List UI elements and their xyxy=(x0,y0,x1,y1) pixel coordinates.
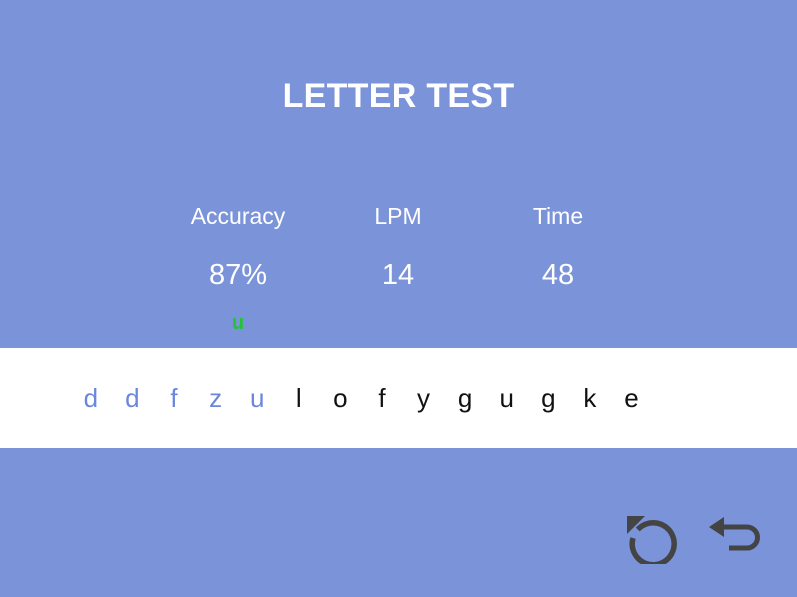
back-arrow-icon xyxy=(709,517,760,551)
pending-letter: g xyxy=(541,383,556,413)
accuracy-label: Accuracy xyxy=(190,203,286,229)
time-stat: Time 48 xyxy=(478,0,638,320)
back-button[interactable] xyxy=(707,508,763,564)
pending-letter: k xyxy=(583,383,597,413)
time-label: Time xyxy=(532,203,584,229)
typed-letter: d xyxy=(125,383,140,413)
pending-letter: y xyxy=(417,383,431,413)
restart-icon xyxy=(627,516,677,564)
letter-sequence: ddfzulofygugke xyxy=(70,378,652,418)
pending-letter: u xyxy=(499,383,514,413)
pending-letter: o xyxy=(333,383,348,413)
accuracy-value: 87% xyxy=(208,259,268,291)
lpm-stat: LPM 14 xyxy=(318,0,478,320)
time-value: 48 xyxy=(541,259,575,291)
last-typed-letter: u xyxy=(231,312,245,334)
typed-letter: d xyxy=(83,383,99,413)
lpm-value: 14 xyxy=(381,259,415,291)
accuracy-stat: Accuracy 87% xyxy=(158,0,318,320)
pending-letter: l xyxy=(295,383,302,413)
pending-letter: f xyxy=(378,383,386,413)
letter-strip: ddfzulofygugke xyxy=(0,348,797,448)
pending-letter: g xyxy=(457,383,473,413)
typed-letter: f xyxy=(170,383,178,413)
typed-letter: u xyxy=(249,383,265,413)
lpm-label: LPM xyxy=(374,203,422,229)
pending-letter: e xyxy=(624,383,639,413)
restart-button[interactable] xyxy=(623,508,679,564)
typed-letter: z xyxy=(209,383,223,413)
